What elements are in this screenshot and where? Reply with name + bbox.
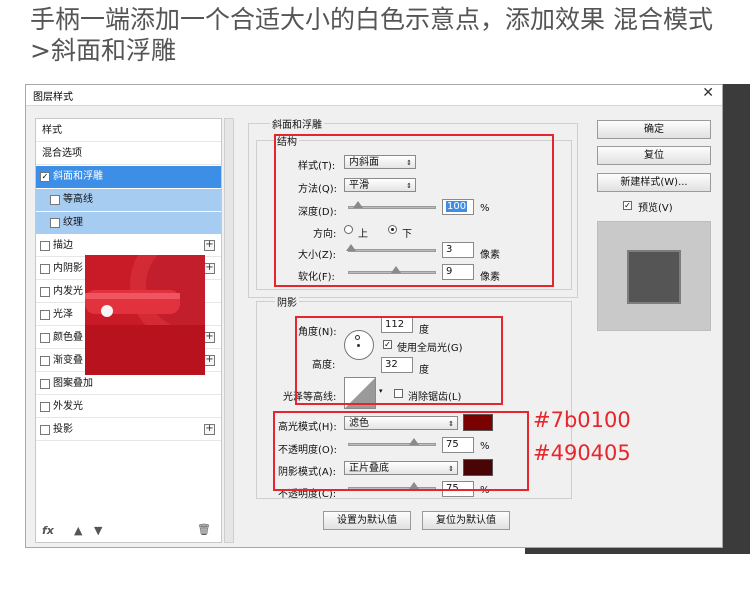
style-list-item[interactable]: 等高线 — [36, 189, 221, 211]
style-list-item[interactable]: 纹理 — [36, 212, 221, 234]
style-checkbox[interactable] — [40, 425, 50, 435]
annotation-color-1: #7b0100 — [533, 408, 631, 432]
style-checkbox[interactable] — [40, 333, 50, 343]
style-list-item[interactable]: 外发光 — [36, 396, 221, 418]
style-list-item[interactable]: 描边 + — [36, 235, 221, 257]
add-icon[interactable]: + — [204, 355, 215, 366]
style-preview — [597, 221, 711, 331]
tutorial-heading: 手柄一端添加一个合适大小的白色示意点，添加效果 混合模式>斜面和浮雕 — [30, 5, 713, 65]
add-icon[interactable]: + — [204, 263, 215, 274]
background-strip-bottom — [525, 548, 750, 554]
style-list-item[interactable]: 混合选项 — [36, 143, 221, 165]
preview-label: 预览(V) — [638, 203, 673, 214]
style-list-label: 颜色叠 — [53, 332, 83, 343]
styles-list-scrollbar[interactable] — [224, 118, 234, 543]
style-checkbox[interactable] — [40, 264, 50, 274]
style-list-item[interactable]: 投影 + — [36, 419, 221, 441]
style-checkbox[interactable] — [50, 195, 60, 205]
style-list-label: 图案叠加 — [53, 378, 93, 389]
style-checkbox[interactable] — [40, 356, 50, 366]
preview-swatch — [627, 250, 681, 304]
close-icon[interactable]: ✕ — [702, 85, 714, 101]
dialog-title: 图层样式 — [33, 92, 73, 103]
style-list-label: 混合选项 — [42, 148, 82, 159]
annotation-box-modes — [273, 411, 529, 491]
style-list-item[interactable]: 样式 — [36, 120, 221, 142]
ok-button[interactable]: 确定 — [597, 120, 711, 139]
style-list-label: 样式 — [42, 125, 62, 136]
preview-checkbox[interactable]: ✓ — [623, 201, 632, 210]
new-style-button[interactable]: 新建样式(W)... — [597, 173, 711, 192]
reset-button[interactable]: 复位 — [597, 146, 711, 165]
style-checkbox[interactable] — [40, 402, 50, 412]
style-list-label: 渐变叠 — [53, 355, 83, 366]
texture-thumbnail — [85, 255, 205, 375]
style-list-label: 光泽 — [53, 309, 73, 320]
style-list-item[interactable]: 图案叠加 — [36, 373, 221, 395]
style-list-label: 内发光 — [53, 286, 83, 297]
style-list-label: 描边 — [53, 240, 73, 251]
style-list-label: 等高线 — [63, 194, 93, 205]
add-icon[interactable]: + — [204, 424, 215, 435]
style-list-label: 外发光 — [53, 401, 83, 412]
annotation-box-structure — [274, 134, 554, 287]
style-list-label: 内阴影 — [53, 263, 83, 274]
trash-icon[interactable]: 🗑 — [197, 523, 211, 536]
style-list-label: 投影 — [53, 424, 73, 435]
style-checkbox[interactable] — [40, 241, 50, 251]
style-checkbox[interactable] — [50, 218, 60, 228]
set-default-button[interactable]: 设置为默认值 — [323, 511, 411, 530]
add-icon[interactable]: + — [204, 240, 215, 251]
annotation-color-2: #490405 — [533, 441, 631, 465]
style-checkbox[interactable]: ✓ — [40, 172, 50, 182]
move-up-icon[interactable]: ▲ — [74, 524, 82, 537]
dialog-titlebar: 图层样式 ✕ — [26, 85, 722, 106]
bevel-emboss-title: 斜面和浮雕 — [270, 116, 324, 131]
annotation-box-angle — [295, 316, 503, 405]
style-checkbox[interactable] — [40, 379, 50, 389]
style-list-label: 斜面和浮雕 — [53, 171, 103, 182]
style-list-item[interactable]: ✓ 斜面和浮雕 — [36, 166, 221, 188]
reset-default-button[interactable]: 复位为默认值 — [422, 511, 510, 530]
style-list-label: 纹理 — [63, 217, 83, 228]
background-strip — [723, 84, 750, 554]
style-checkbox[interactable] — [40, 287, 50, 297]
move-down-icon[interactable]: ▼ — [94, 524, 102, 537]
styles-bottom-bar: fx ▲ ▼ 🗑 — [36, 520, 221, 542]
add-icon[interactable]: + — [204, 332, 215, 343]
fx-button[interactable]: fx — [42, 524, 54, 537]
thumbnail-image — [85, 255, 205, 375]
shading-title: 阴影 — [275, 294, 299, 309]
style-checkbox[interactable] — [40, 310, 50, 320]
